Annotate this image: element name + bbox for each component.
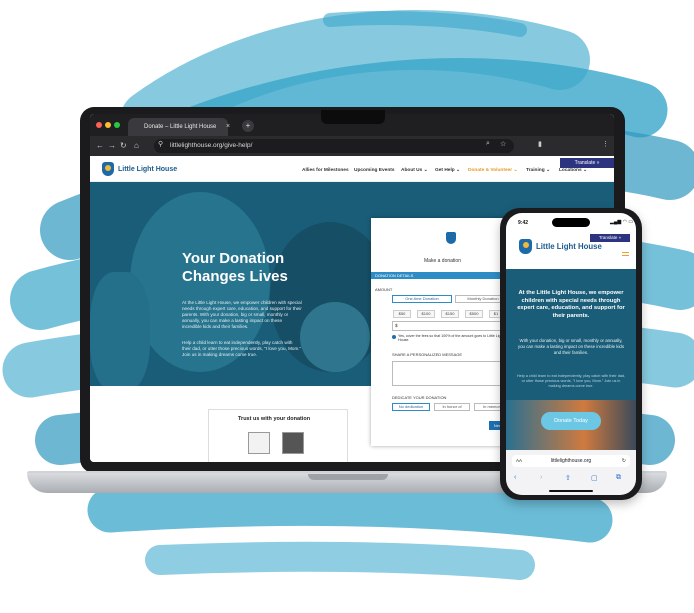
amount-option[interactable]: $150 xyxy=(441,310,459,318)
nav-donate-volunteer[interactable]: Donate & Volunteer ⌄ xyxy=(468,168,518,173)
bookmark-star-icon[interactable]: ☆ xyxy=(500,140,506,148)
back-icon[interactable]: ← xyxy=(96,140,104,152)
hero-paragraph-2: Help a child learn to eat independently,… xyxy=(182,340,302,357)
amount-input[interactable] xyxy=(392,321,511,331)
close-window-icon[interactable] xyxy=(96,122,102,128)
laptop-base-groove xyxy=(308,474,388,480)
form-logo-icon xyxy=(446,232,456,244)
form-heading: Make a donation xyxy=(424,258,461,264)
trust-title: Trust us with your donation xyxy=(238,416,311,422)
forward-icon[interactable]: → xyxy=(108,140,116,152)
new-tab-button[interactable]: + xyxy=(242,120,254,132)
hero-title: Your Donation Changes Lives xyxy=(182,250,288,285)
phone-url-text: littlelighthouse.org xyxy=(550,458,592,464)
no-dedication-button[interactable]: No dedication xyxy=(392,403,430,411)
hero-photo-shape xyxy=(300,302,370,372)
donation-form xyxy=(371,218,511,446)
charity-badge xyxy=(248,432,270,454)
amount-option[interactable]: $50 xyxy=(393,310,411,318)
phone-address-bar[interactable]: AA littlelighthouse.org ↻ xyxy=(512,455,630,467)
phone-back-icon[interactable]: ‹ xyxy=(514,474,516,481)
site-info-icon[interactable]: ⚲ xyxy=(158,140,163,148)
close-tab-icon[interactable]: × xyxy=(226,118,230,136)
form-details-label: DONATION DETAILS xyxy=(375,273,414,278)
dedicate-label: DEDICATE YOUR DONATION xyxy=(392,395,447,400)
phone-hero-body: With your donation, big or small, monthl… xyxy=(517,338,625,355)
cover-fees-checkbox[interactable] xyxy=(392,335,396,339)
amount-option[interactable]: $100 xyxy=(417,310,435,318)
translate-button[interactable]: Translate » xyxy=(560,158,614,168)
phone-status-icons: ▂▄▆ ◠ ▭ xyxy=(610,219,634,225)
phone-bookmarks-icon[interactable]: ▢ xyxy=(591,474,598,482)
reload-icon[interactable]: ↻ xyxy=(120,140,127,152)
message-label: SHARE A PERSONALIZED MESSAGE xyxy=(392,352,463,357)
in-honor-button[interactable]: In honor of xyxy=(434,403,470,411)
nav-locations[interactable]: Locations ⌄ xyxy=(559,168,587,173)
phone-tabs-icon[interactable]: ⧉ xyxy=(616,474,621,482)
home-icon[interactable]: ⌂ xyxy=(134,140,139,152)
cover-fees-text: Yes, cover the fees so that 100% of the … xyxy=(398,334,504,343)
phone-menu-icon[interactable] xyxy=(622,252,629,256)
nav-get-help[interactable]: Get Help ⌄ xyxy=(435,168,460,173)
phone-translate-button[interactable]: Translate » xyxy=(590,234,630,242)
currency-symbol: $ xyxy=(395,323,398,328)
zoom-icon[interactable]: ⌕ xyxy=(486,140,490,148)
laptop-camera-notch xyxy=(321,110,385,124)
reader-text-size-icon[interactable]: AA xyxy=(516,455,522,467)
minimize-window-icon[interactable] xyxy=(105,122,111,128)
phone-lighthouse-logo-icon[interactable] xyxy=(519,239,532,254)
lighthouse-logo-icon[interactable] xyxy=(102,162,114,176)
phone-logo-text[interactable]: Little Light House xyxy=(536,242,602,251)
one-time-donation-button[interactable]: One-time Donation xyxy=(392,295,452,303)
hero-paragraph: At the Little Light House, we empower ch… xyxy=(182,300,302,329)
maximize-window-icon[interactable] xyxy=(114,122,120,128)
message-textarea[interactable] xyxy=(392,361,511,386)
nav-training[interactable]: Training ⌄ xyxy=(526,168,550,173)
nav-allies[interactable]: Allies for Milestones xyxy=(302,168,349,173)
nav-about[interactable]: About Us ⌄ xyxy=(401,168,428,173)
phone-hero-body-2: Help a child learn to eat independently,… xyxy=(516,374,626,388)
amount-label: AMOUNT xyxy=(375,287,393,292)
rating-badge xyxy=(282,432,304,454)
nav-events[interactable]: Upcoming Events xyxy=(354,168,395,173)
hero-photo-shape xyxy=(90,272,150,386)
phone-home-indicator xyxy=(549,490,593,492)
menu-kebab-icon[interactable]: ⋮ xyxy=(602,140,609,148)
phone-share-icon[interactable]: ⇧ xyxy=(565,474,571,482)
amount-option[interactable]: $500 xyxy=(465,310,483,318)
phone-dynamic-island xyxy=(552,218,590,227)
donate-today-button[interactable]: Donate Today xyxy=(541,412,601,430)
sidepanel-icon[interactable]: ▮ xyxy=(538,140,542,148)
phone-forward-icon[interactable]: › xyxy=(540,474,542,481)
browser-tab[interactable]: Donate – Little Light House xyxy=(128,118,228,136)
phone-time: 9:42 xyxy=(518,220,529,226)
phone-reload-icon[interactable]: ↻ xyxy=(622,455,626,467)
product-mockup: Donate – Little Light House × + ← → ↻ ⌂ … xyxy=(0,0,694,613)
site-logo-text[interactable]: Little Light House xyxy=(118,166,177,173)
address-bar[interactable]: littlelighthouse.org/give-help/ xyxy=(154,139,514,153)
phone-hero-title: At the Little Light House, we empower ch… xyxy=(517,290,625,319)
